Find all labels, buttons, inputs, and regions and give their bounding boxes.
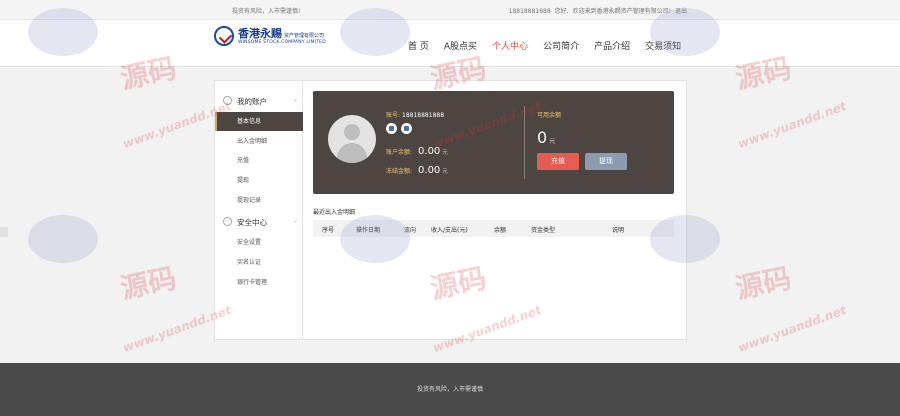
withdraw-button[interactable]: 提现 [585,153,627,170]
col-balance: 余额 [494,227,507,234]
sidebar-item-withdraw[interactable]: 提现 [215,171,303,190]
col-date: 操作日期 [356,227,381,234]
col-direction: 流向 [404,227,417,234]
id-verified-icon[interactable] [386,123,397,134]
main-nav: 首 页 A股点买 个人中心 公司简介 产品介绍 交易须知 [408,39,696,52]
top-notice-bar: 投资有风险，入市需谨慎! 18818881888 您好, 欢迎来到香港永赐资产管理有… [0,0,900,20]
col-index: 序号 [322,227,335,234]
greeting-text: 您好, [554,8,569,15]
watermark-logo-icon [28,215,98,263]
available-balance-label: 可用余额 [537,112,562,119]
watermark-mark: 源码 [732,261,795,306]
verification-badges [386,123,416,134]
available-balance-value: 0元 [537,128,556,147]
site-header: 香港永赐 资产管理有限公司 WINSOME STOCK COMPANY LIMIT… [0,20,900,67]
chevron-down-icon: ⌄ [292,217,298,224]
bank-card-icon[interactable] [401,123,412,134]
col-income-expense: 收入/支出(元) [431,227,468,234]
recharge-button[interactable]: 充值 [537,153,579,170]
watermark-mark: 源码 [117,261,180,306]
sidebar-item-real-name[interactable]: 实名认证 [215,253,303,272]
logo-mark-icon [214,26,234,46]
sidebar-group-my-account[interactable]: 我的账户 ⌄ [215,92,303,110]
account-number: 账号: 18818881888 [386,112,445,119]
footer-notice: 投资有风险，入市需谨慎 [416,386,483,393]
account-summary-card: 账号: 18818881888 账户余额: 0.00 元 冻结金额: 0.00 元 可用余… [313,91,674,194]
welcome-text: 欢迎来到香港永赐资产管理有限公司! [572,8,671,15]
sidebar-item-basic-info[interactable]: 基本信息 [215,112,303,131]
nav-a-share-buy[interactable]: A股点买 [444,39,477,52]
shield-icon [223,217,232,226]
sidebar-item-security-settings[interactable]: 安全设置 [215,233,303,252]
sidebar-item-withdraw-records[interactable]: 提现记录 [215,191,303,210]
risk-notice: 投资有风险，入市需谨慎! [232,8,301,15]
logout-link[interactable]: 退出 [675,8,687,15]
col-description: 说明 [612,227,625,234]
account-sidebar: 我的账户 ⌄ 基本信息 出入金明细 充值 提现 提现记录 安全中心 ⌄ 安全设置… [215,81,303,339]
recent-fund-details-title: 最近出入金明细 [313,209,356,216]
avatar [328,115,376,163]
side-float-tab[interactable] [0,227,8,237]
sidebar-item-recharge[interactable]: 充值 [215,151,303,170]
site-footer: 投资有风险，入市需谨慎 [0,363,900,416]
nav-product-intro[interactable]: 产品介绍 [594,39,630,52]
logo-cn-name: 香港永赐 资产管理有限公司 [238,27,325,40]
nav-trading-notice[interactable]: 交易须知 [645,39,681,52]
watermark-url: www.yuandd.net [736,302,849,356]
sidebar-group-security[interactable]: 安全中心 ⌄ [215,213,303,231]
nav-company-intro[interactable]: 公司简介 [543,39,579,52]
nav-home[interactable]: 首 页 [408,39,429,52]
watermark-url: www.yuandd.net [736,98,849,152]
card-divider [524,106,525,179]
account-balance: 账户余额: 0.00 元 [386,146,448,157]
sidebar-item-bank-card[interactable]: 银行卡管理 [215,273,303,292]
logo-en-name: WINSOME STOCK COMPANY LIMITED [238,40,326,45]
frozen-amount: 冻结金额: 0.00 元 [386,165,448,176]
nav-personal-center[interactable]: 个人中心 [492,39,528,52]
user-phone: 18818881888 [508,8,551,15]
user-icon [223,96,232,105]
sidebar-item-fund-details[interactable]: 出入金明细 [215,132,303,151]
company-logo[interactable]: 香港永赐 资产管理有限公司 WINSOME STOCK COMPANY LIMIT… [214,24,334,50]
col-fund-type: 资金类型 [531,227,556,234]
fund-details-table-header: 序号 操作日期 流向 收入/支出(元) 余额 资金类型 说明 [313,220,674,237]
user-greeting: 18818881888 您好, 欢迎来到香港永赐资产管理有限公司! 退出 [505,6,687,15]
chevron-down-icon: ⌄ [292,96,298,103]
